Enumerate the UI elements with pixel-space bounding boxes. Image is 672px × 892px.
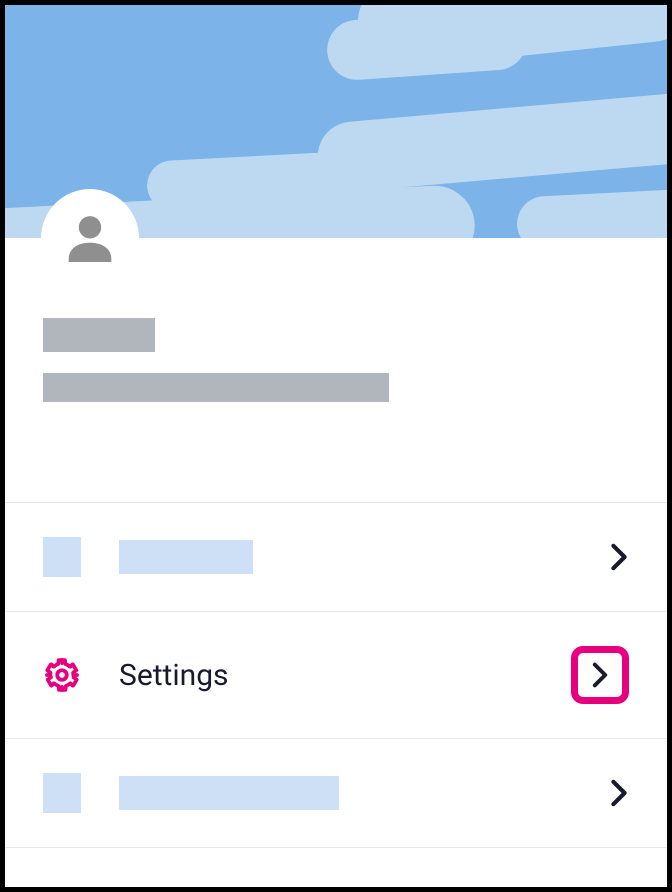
menu-label-placeholder xyxy=(119,540,253,574)
person-icon xyxy=(58,206,122,270)
menu-item-placeholder[interactable] xyxy=(5,738,667,848)
menu-label-placeholder xyxy=(119,776,339,810)
menu-icon-placeholder xyxy=(43,773,81,813)
menu-label-settings: Settings xyxy=(119,658,229,693)
chevron-right-icon xyxy=(609,543,629,571)
cloud-shape xyxy=(516,188,667,238)
menu-list: Settings xyxy=(5,502,667,848)
chevron-highlight-box xyxy=(571,646,629,704)
chevron-right-icon xyxy=(591,662,609,688)
avatar[interactable] xyxy=(41,189,139,287)
profile-description-placeholder xyxy=(43,373,389,402)
menu-item-settings[interactable]: Settings xyxy=(5,611,667,738)
cloud-shape xyxy=(325,8,529,82)
menu-item-placeholder[interactable] xyxy=(5,502,667,611)
gear-icon xyxy=(43,656,81,694)
menu-icon-placeholder xyxy=(43,537,81,577)
settings-chevron-button[interactable] xyxy=(571,646,629,704)
profile-name-placeholder xyxy=(43,318,155,352)
chevron-right-icon xyxy=(609,779,629,807)
